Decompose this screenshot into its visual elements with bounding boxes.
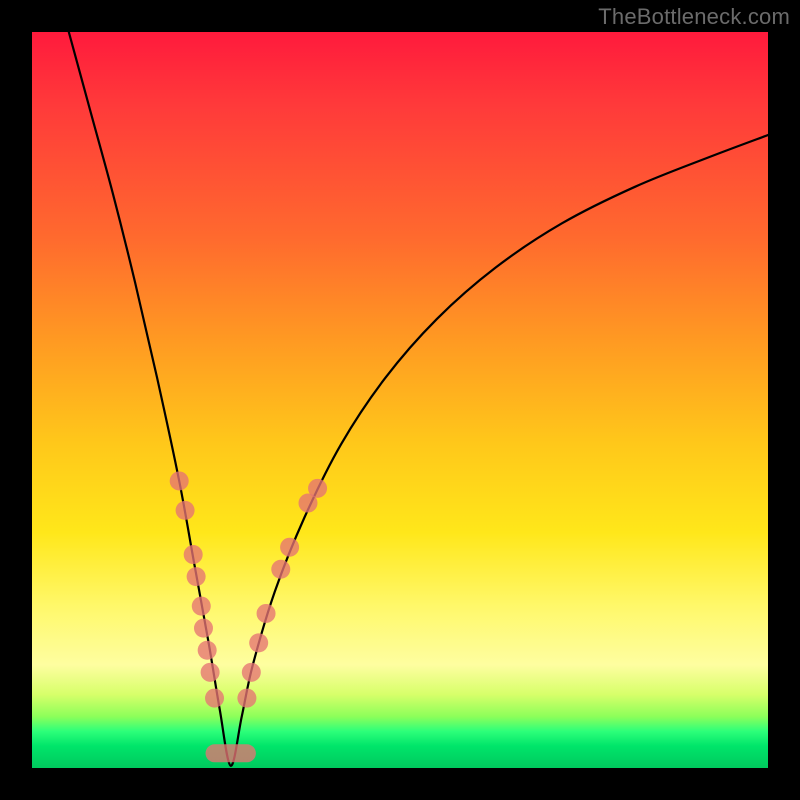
marker-dot: [257, 604, 276, 623]
marker-dot: [194, 619, 213, 638]
marker-dot: [271, 560, 290, 579]
marker-dot: [237, 689, 256, 708]
watermark-text: TheBottleneck.com: [598, 4, 790, 30]
bottleneck-curve: [69, 32, 768, 766]
marker-dot: [170, 471, 189, 490]
marker-dot: [280, 538, 299, 557]
marker-dot: [205, 689, 224, 708]
marker-dot: [308, 479, 327, 498]
marker-dot: [184, 545, 203, 564]
marker-dot: [201, 663, 220, 682]
chart-frame: TheBottleneck.com: [0, 0, 800, 800]
marker-dot: [249, 633, 268, 652]
marker-dots: [170, 471, 327, 707]
curve-svg: [32, 32, 768, 768]
marker-dot: [176, 501, 195, 520]
marker-dot: [187, 567, 206, 586]
marker-dot: [192, 597, 211, 616]
marker-dot: [198, 641, 217, 660]
marker-dot: [242, 663, 261, 682]
plot-area: [32, 32, 768, 768]
